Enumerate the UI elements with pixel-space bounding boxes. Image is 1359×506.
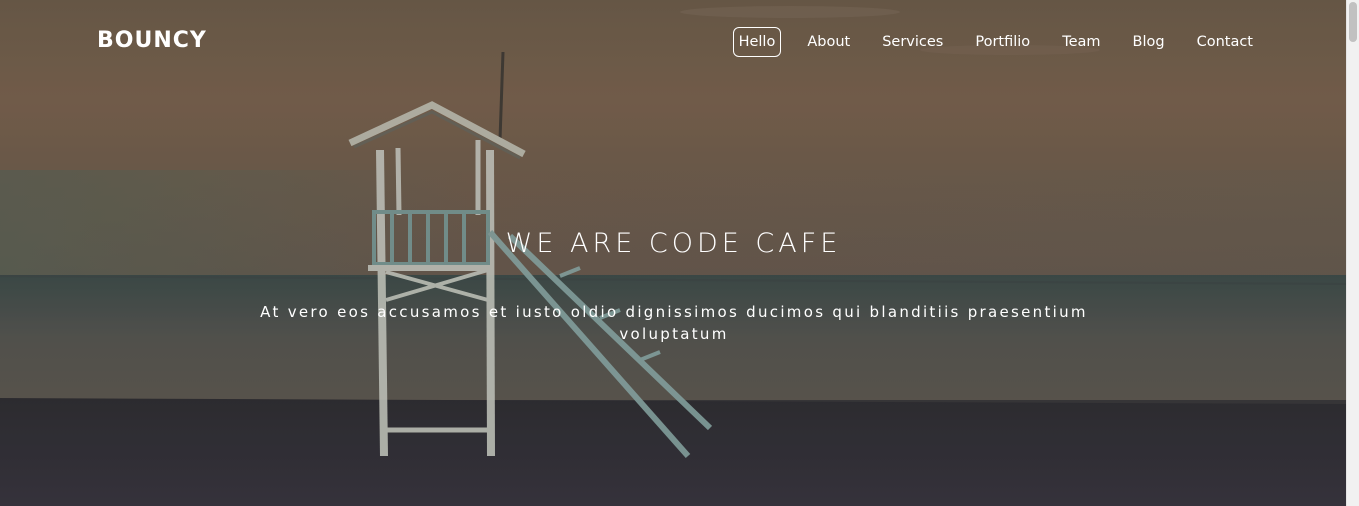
- nav-item-blog[interactable]: Blog: [1127, 27, 1171, 57]
- vertical-scrollbar[interactable]: [1346, 0, 1359, 506]
- brand-logo[interactable]: BOUNCY: [97, 26, 207, 56]
- nav-item-services[interactable]: Services: [876, 27, 949, 57]
- hero-tagline: At vero eos accusamos et iusto oldio dig…: [260, 303, 1088, 343]
- nav-item-team[interactable]: Team: [1056, 27, 1106, 57]
- nav-item-about[interactable]: About: [801, 27, 856, 57]
- nav-item-portfolio[interactable]: Portfilio: [969, 27, 1036, 57]
- scrollbar-thumb[interactable]: [1349, 2, 1357, 42]
- main-navigation: Hello About Services Portfilio Team Blog…: [713, 27, 1259, 57]
- hero-headline: WE ARE CODE CAFE: [505, 228, 842, 259]
- nav-item-contact[interactable]: Contact: [1191, 27, 1259, 57]
- page: BOUNCY Hello About Services Portfilio Te…: [0, 0, 1359, 506]
- nav-item-hello[interactable]: Hello: [732, 27, 782, 57]
